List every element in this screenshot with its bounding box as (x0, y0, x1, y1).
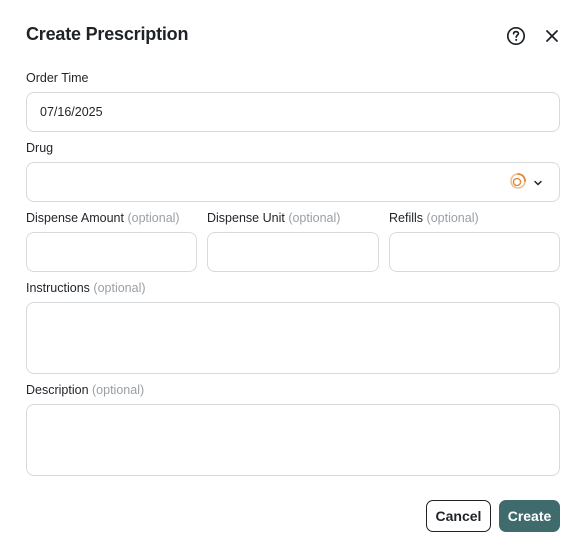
instructions-textarea[interactable] (26, 302, 560, 374)
dispense-unit-label-text: Dispense Unit (207, 211, 285, 225)
optional-tag: (optional) (127, 211, 180, 225)
optional-tag: (optional) (92, 383, 145, 397)
description-label: Description (optional) (26, 383, 144, 397)
drug-select[interactable] (26, 162, 560, 202)
order-time-input[interactable]: 07/16/2025 (26, 92, 560, 132)
optional-tag: (optional) (426, 211, 479, 225)
optional-tag: (optional) (93, 281, 146, 295)
dispense-unit-label: Dispense Unit (optional) (207, 211, 340, 225)
question-circle-icon[interactable] (505, 25, 527, 47)
dispense-amount-label: Dispense Amount (optional) (26, 211, 180, 225)
order-time-label-text: Order Time (26, 71, 89, 85)
refills-input[interactable] (389, 232, 560, 272)
description-label-text: Description (26, 383, 89, 397)
order-time-value: 07/16/2025 (40, 105, 103, 119)
cancel-button[interactable]: Cancel (426, 500, 491, 532)
drug-label-text: Drug (26, 141, 54, 155)
dispense-unit-input[interactable] (207, 232, 379, 272)
chevron-down-icon[interactable] (533, 175, 543, 193)
dialog-title: Create Prescription (26, 24, 189, 44)
refills-label: Refills (optional) (389, 211, 479, 225)
dispense-amount-input[interactable] (26, 232, 197, 272)
drug-label: Drug (26, 141, 53, 155)
instructions-label-text: Instructions (26, 281, 90, 295)
refills-label-text: Refills (389, 211, 424, 225)
drug-select-suffix (509, 172, 543, 195)
close-icon[interactable] (541, 25, 563, 47)
optional-tag: (optional) (288, 211, 341, 225)
description-textarea[interactable] (26, 404, 560, 476)
order-time-label: Order Time (26, 71, 89, 85)
spinner-icon (509, 172, 527, 195)
dispense-amount-label-text: Dispense Amount (26, 211, 124, 225)
create-prescription-dialog: Create Prescription Order Time 07/16/202… (0, 0, 583, 557)
create-button[interactable]: Create (499, 500, 560, 532)
instructions-label: Instructions (optional) (26, 281, 146, 295)
